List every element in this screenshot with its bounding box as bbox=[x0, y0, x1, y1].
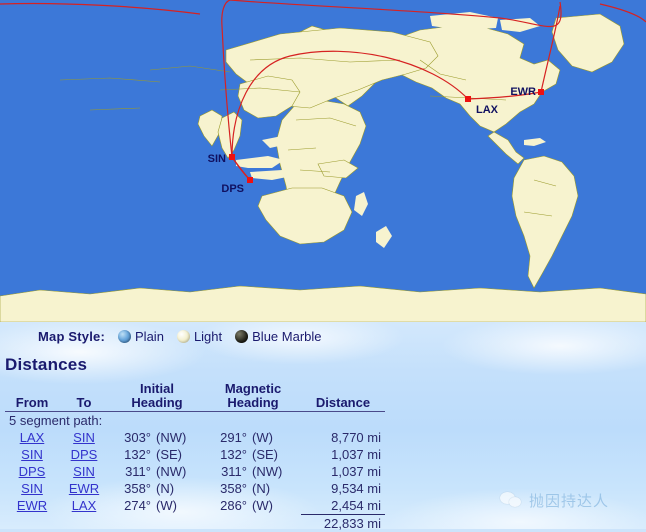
distances-table: From To Initial Heading Magnetic Heading… bbox=[5, 382, 385, 532]
marker-lax[interactable] bbox=[465, 96, 471, 102]
column-header-to: To bbox=[59, 382, 109, 412]
magnetic-heading-dir: (W) bbox=[247, 430, 292, 445]
initial-heading-dir: (W) bbox=[151, 498, 196, 513]
magnetic-heading-dir: (NW) bbox=[247, 464, 292, 479]
airport-link-from[interactable]: LAX bbox=[20, 430, 45, 445]
airport-link-to[interactable]: DPS bbox=[71, 447, 98, 462]
watermark-text: 抛因持达人 bbox=[529, 490, 609, 511]
airport-link-to[interactable]: SIN bbox=[73, 464, 95, 479]
segment-distance: 1,037 mi bbox=[301, 463, 385, 480]
map-style-label: Map Style: bbox=[38, 329, 105, 344]
magnetic-heading-deg: 286° bbox=[209, 498, 247, 513]
path-note: 5 segment path: bbox=[5, 412, 385, 430]
magnetic-heading-dir: (SE) bbox=[247, 447, 292, 462]
airport-link-to[interactable]: SIN bbox=[73, 430, 95, 445]
initial-heading-dir: (SE) bbox=[151, 447, 196, 462]
airport-link-to[interactable]: LAX bbox=[72, 498, 97, 513]
globe-plain-icon bbox=[118, 330, 131, 343]
column-header-magnetic-heading: Magnetic Heading bbox=[205, 382, 301, 412]
distances-title: Distances bbox=[5, 355, 646, 375]
initial-heading-dir: (NW) bbox=[151, 430, 196, 445]
map-style-option-light[interactable]: Light bbox=[177, 329, 222, 344]
initial-heading-dir: (NW) bbox=[151, 464, 196, 479]
initial-heading-dir: (N) bbox=[151, 481, 196, 496]
magnetic-heading-deg: 132° bbox=[209, 447, 247, 462]
table-row: EWR LAX 274°(W) 286°(W) 2,454 mi bbox=[5, 497, 385, 515]
column-header-distance: Distance bbox=[301, 382, 385, 412]
magnetic-heading-deg: 291° bbox=[209, 430, 247, 445]
path-note-row: 5 segment path: bbox=[5, 412, 385, 430]
segment-distance: 2,454 mi bbox=[301, 497, 385, 515]
column-header-initial-heading: Initial Heading bbox=[109, 382, 205, 412]
airport-link-from[interactable]: DPS bbox=[19, 464, 46, 479]
map-style-option-blue-marble[interactable]: Blue Marble bbox=[235, 329, 321, 344]
table-row: DPS SIN 311°(NW) 311°(NW) 1,037 mi bbox=[5, 463, 385, 480]
initial-heading-deg: 358° bbox=[113, 481, 151, 496]
airport-link-from[interactable]: SIN bbox=[21, 447, 43, 462]
segment-distance: 9,534 mi bbox=[301, 480, 385, 497]
initial-heading-deg: 132° bbox=[113, 447, 151, 462]
map-label-ewr: EWR bbox=[510, 86, 536, 98]
marker-ewr[interactable] bbox=[538, 89, 544, 95]
marker-sin[interactable] bbox=[229, 154, 235, 160]
airport-link-from[interactable]: EWR bbox=[17, 498, 47, 513]
world-map[interactable]: .land{fill:#f7f3cf;stroke:#9a9a2a;stroke… bbox=[0, 0, 646, 322]
table-row: SIN EWR 358°(N) 358°(N) 9,534 mi bbox=[5, 480, 385, 497]
segment-distance: 1,037 mi bbox=[301, 446, 385, 463]
watermark: 抛因持达人 bbox=[500, 485, 640, 515]
table-header-row: From To Initial Heading Magnetic Heading… bbox=[5, 382, 385, 412]
map-label-lax: LAX bbox=[476, 104, 499, 116]
map-style-option-blue-marble-label: Blue Marble bbox=[252, 329, 321, 344]
magnetic-heading-deg: 311° bbox=[209, 464, 247, 479]
map-style-option-light-label: Light bbox=[194, 329, 222, 344]
globe-light-icon bbox=[177, 330, 190, 343]
map-style-option-plain-label: Plain bbox=[135, 329, 164, 344]
wechat-icon bbox=[500, 491, 522, 510]
segment-distance: 8,770 mi bbox=[301, 429, 385, 446]
magnetic-heading-deg: 358° bbox=[209, 481, 247, 496]
map-style-bar: Map Style: Plain Light Blue Marble bbox=[0, 325, 646, 347]
table-row: LAX SIN 303°(NW) 291°(W) 8,770 mi bbox=[5, 429, 385, 446]
magnetic-heading-dir: (N) bbox=[247, 481, 292, 496]
globe-blue-marble-icon bbox=[235, 330, 248, 343]
airport-link-to[interactable]: EWR bbox=[69, 481, 99, 496]
total-distance: 22,833 mi bbox=[301, 515, 385, 532]
table-row: SIN DPS 132°(SE) 132°(SE) 1,037 mi bbox=[5, 446, 385, 463]
column-header-from: From bbox=[5, 382, 59, 412]
map-label-dps: DPS bbox=[221, 183, 244, 195]
map-style-option-plain[interactable]: Plain bbox=[118, 329, 164, 344]
map-label-sin: SIN bbox=[208, 153, 226, 165]
initial-heading-deg: 303° bbox=[113, 430, 151, 445]
marker-dps[interactable] bbox=[247, 177, 253, 183]
magnetic-heading-dir: (W) bbox=[247, 498, 292, 513]
initial-heading-deg: 311° bbox=[113, 464, 151, 479]
initial-heading-deg: 274° bbox=[113, 498, 151, 513]
airport-link-from[interactable]: SIN bbox=[21, 481, 43, 496]
total-row: 22,833 mi bbox=[5, 515, 385, 532]
